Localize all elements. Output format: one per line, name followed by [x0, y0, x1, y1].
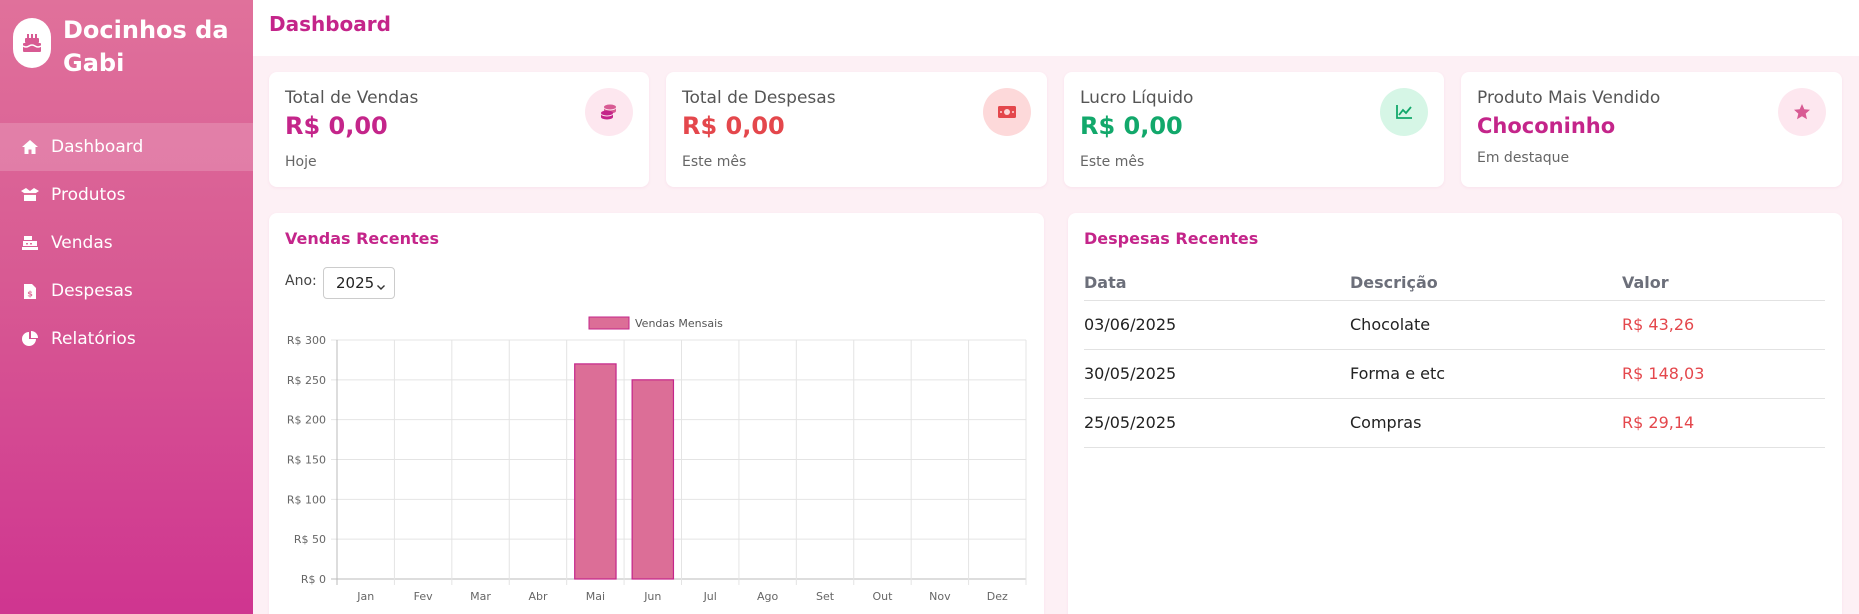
expenses-card: Despesas Recentes Data Descrição Valor 0… — [1068, 213, 1842, 614]
pie-chart-icon — [20, 330, 40, 348]
cell-date: 30/05/2025 — [1084, 349, 1350, 399]
stat-subtitle: Em destaque — [1477, 150, 1570, 166]
stat-subtitle: Hoje — [285, 154, 317, 170]
sidebar-item-relatorios[interactable]: Relatórios — [0, 315, 253, 363]
sidebar-nav: Dashboard Produtos Vendas $ Despesas Rel… — [0, 123, 253, 363]
stat-card-total-vendas: Total de Vendas R$ 0,00 Hoje — [269, 72, 649, 187]
sidebar-item-label: Despesas — [51, 281, 133, 301]
brand[interactable]: Docinhos da Gabi — [13, 14, 243, 80]
y-tick-label: R$ 150 — [287, 454, 326, 467]
sidebar-item-despesas[interactable]: $ Despesas — [0, 267, 253, 315]
y-tick-label: R$ 0 — [301, 573, 326, 586]
x-tick-label: Jan — [356, 590, 374, 603]
sales-bar-chart: R$ 0 R$ 50 R$ 100 R$ 150 R$ 200 R$ 250 R$ 300 J… — [287, 316, 1027, 603]
x-tick-label: Jun — [643, 590, 661, 603]
y-tick-label: R$ 50 — [294, 533, 326, 546]
stat-subtitle: Este mês — [1080, 154, 1145, 170]
stat-title: Produto Mais Vendido — [1477, 88, 1661, 108]
cell-description: Compras — [1350, 398, 1622, 448]
x-tick-label: Dez — [987, 590, 1008, 603]
column-header-valor: Valor — [1622, 265, 1825, 301]
sidebar-item-label: Produtos — [51, 185, 126, 205]
y-tick-label: R$ 100 — [287, 493, 326, 506]
stat-value: R$ 0,00 — [682, 112, 785, 140]
top-header: Dashboard — [253, 0, 1859, 56]
stat-title: Lucro Líquido — [1080, 88, 1194, 108]
sidebar-item-label: Vendas — [51, 233, 113, 253]
cake-icon — [13, 18, 51, 68]
column-header-descricao: Descrição — [1350, 265, 1622, 301]
column-header-data: Data — [1084, 265, 1350, 301]
sidebar: Docinhos da Gabi Dashboard Produtos Vend… — [0, 0, 253, 614]
file-invoice-icon: $ — [20, 283, 40, 300]
y-tick-label: R$ 200 — [287, 414, 326, 427]
y-tick-label: R$ 300 — [287, 334, 326, 347]
stat-title: Total de Despesas — [682, 88, 836, 108]
money-bill-icon — [983, 88, 1031, 136]
stat-title: Total de Vendas — [285, 88, 419, 108]
stat-subtitle: Este mês — [682, 154, 747, 170]
x-tick-label: Jul — [703, 590, 717, 603]
x-tick-label: Ago — [757, 590, 779, 603]
chart-bar — [631, 379, 675, 580]
cash-register-icon — [20, 235, 40, 251]
sidebar-item-vendas[interactable]: Vendas — [0, 219, 253, 267]
x-tick-label: Fev — [414, 590, 433, 603]
sidebar-item-label: Relatórios — [51, 329, 136, 349]
x-tick-label: Nov — [929, 590, 951, 603]
home-icon — [20, 139, 40, 155]
chart-bar — [574, 363, 617, 580]
stat-value: Choconinho — [1477, 114, 1616, 138]
sidebar-item-produtos[interactable]: Produtos — [0, 171, 253, 219]
expenses-title: Despesas Recentes — [1084, 229, 1259, 248]
table-row: 30/05/2025 Forma e etc R$ 148,03 — [1084, 349, 1825, 399]
table-header-row: Data Descrição Valor — [1084, 265, 1825, 301]
sales-card: Vendas Recentes Ano: 2025 R$ 0 R$ 50 R$ 10… — [269, 213, 1044, 614]
stat-value: R$ 0,00 — [1080, 112, 1183, 140]
stat-card-produto-mais-vendido: Produto Mais Vendido Choconinho Em desta… — [1461, 72, 1842, 187]
x-tick-label: Abr — [528, 590, 548, 603]
legend-label: Vendas Mensais — [635, 317, 723, 330]
table-row: 03/06/2025 Chocolate R$ 43,26 — [1084, 300, 1825, 350]
stat-value: R$ 0,00 — [285, 112, 388, 140]
brand-title: Docinhos da Gabi — [63, 16, 229, 77]
cell-description: Chocolate — [1350, 300, 1622, 350]
x-tick-label: Out — [872, 590, 893, 603]
coins-icon — [585, 88, 633, 136]
page-title: Dashboard — [269, 12, 391, 36]
cell-value: R$ 43,26 — [1622, 300, 1825, 350]
sidebar-item-label: Dashboard — [51, 137, 144, 157]
chart-line-icon — [1380, 88, 1428, 136]
box-icon — [20, 187, 40, 203]
expenses-table: Data Descrição Valor 03/06/2025 Chocolat… — [1084, 265, 1825, 448]
cell-date: 25/05/2025 — [1084, 398, 1350, 448]
table-row: 25/05/2025 Compras R$ 29,14 — [1084, 398, 1825, 448]
cell-date: 03/06/2025 — [1084, 300, 1350, 350]
stat-card-lucro-liquido: Lucro Líquido R$ 0,00 Este mês — [1064, 72, 1444, 187]
legend-swatch — [588, 316, 630, 330]
cell-value: R$ 29,14 — [1622, 398, 1825, 448]
y-tick-label: R$ 250 — [287, 374, 326, 387]
svg-text:$: $ — [27, 289, 33, 298]
cell-value: R$ 148,03 — [1622, 349, 1825, 399]
cell-description: Forma e etc — [1350, 349, 1622, 399]
x-tick-label: Set — [816, 590, 835, 603]
sidebar-item-dashboard[interactable]: Dashboard — [0, 123, 253, 171]
star-icon — [1778, 88, 1826, 136]
x-tick-label: Mai — [586, 590, 605, 603]
stat-card-total-despesas: Total de Despesas R$ 0,00 Este mês — [666, 72, 1047, 187]
x-tick-label: Mar — [470, 590, 491, 603]
